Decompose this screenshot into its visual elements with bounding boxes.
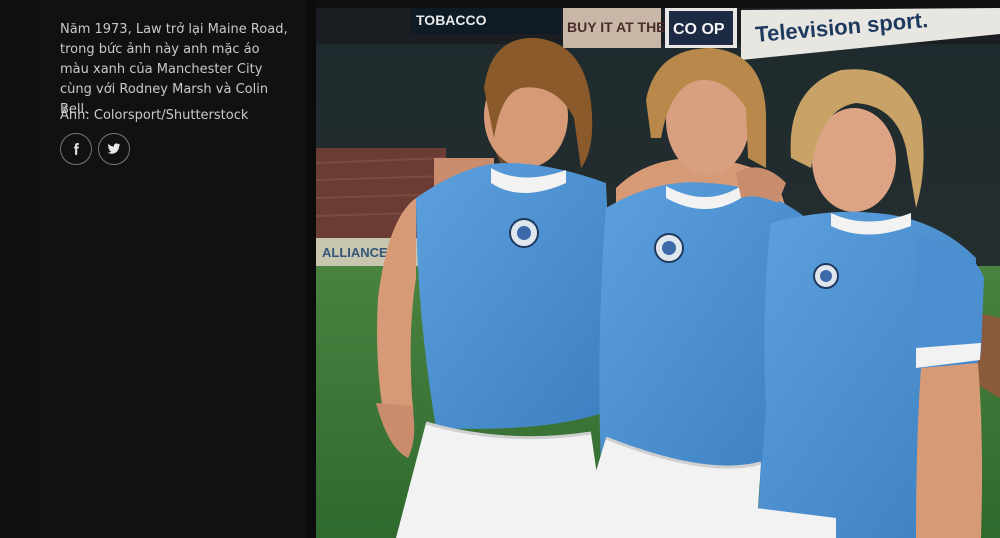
panel-divider <box>306 0 316 538</box>
left-gutter <box>0 0 41 538</box>
photo-caption: Năm 1973, Law trở lại Maine Road, trong … <box>60 22 288 117</box>
sign-tobacco: TOBACCO <box>416 12 487 28</box>
article-photo: ALLIANCE & TOBACCO BUY IT AT THE CO OP T… <box>316 8 1000 538</box>
facebook-share-button[interactable] <box>60 133 92 165</box>
sign-coop: CO OP <box>673 21 725 38</box>
sign-buy-it: BUY IT AT THE <box>567 19 666 35</box>
photo-credit: Ảnh: Colorsport/Shutterstock <box>60 108 249 123</box>
share-buttons <box>60 133 130 165</box>
facebook-icon <box>73 143 79 155</box>
photo-scene: ALLIANCE & TOBACCO BUY IT AT THE CO OP T… <box>316 8 1000 538</box>
twitter-share-button[interactable] <box>98 133 130 165</box>
caption-panel: Năm 1973, Law trở lại Maine Road, trong … <box>40 0 307 538</box>
twitter-icon <box>107 143 121 154</box>
